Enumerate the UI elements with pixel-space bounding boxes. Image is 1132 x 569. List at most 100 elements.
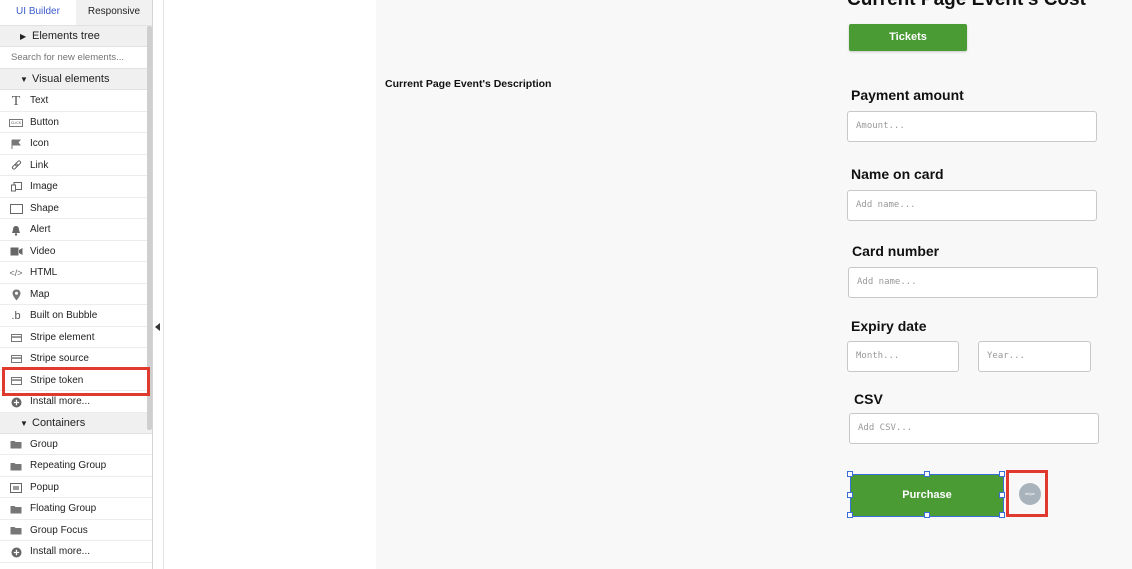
element-item-popup[interactable]: Popup [0, 476, 152, 498]
page-canvas: Current Page Event's Cost Tickets Curren… [376, 0, 1132, 569]
element-item-stripe-element[interactable]: Stripe element [0, 326, 152, 348]
event-description[interactable]: Current Page Event's Description [385, 78, 551, 90]
element-item-stripe-source[interactable]: Stripe source [0, 348, 152, 370]
bubble-logo-icon: .b [11, 309, 21, 322]
map-pin-icon [8, 289, 24, 301]
element-label: Video [30, 245, 56, 257]
bell-icon [8, 224, 24, 236]
element-item-link[interactable]: Link [0, 154, 152, 176]
folder-icon [8, 460, 24, 472]
image-icon [8, 181, 24, 193]
card-icon [8, 332, 24, 344]
folder-icon [8, 503, 24, 515]
payment-amount-input[interactable]: Amount... [847, 111, 1097, 142]
element-item-button[interactable]: CLICK Button [0, 111, 152, 133]
caret-down-icon: ▼ [20, 75, 28, 84]
elements-tree-toggle[interactable]: ▶ Elements tree [0, 26, 152, 47]
expiry-month-input[interactable]: Month... [847, 341, 959, 372]
element-label: Repeating Group [30, 460, 107, 471]
element-label: Stripe element [30, 331, 95, 343]
collapse-panel-icon[interactable] [155, 323, 160, 331]
element-label: Install more... [30, 396, 91, 407]
element-label: Button [30, 116, 59, 128]
element-item-video[interactable]: Video [0, 240, 152, 262]
folder-icon [8, 439, 24, 451]
text-icon: T [11, 93, 21, 109]
video-icon [8, 246, 24, 258]
csv-input[interactable]: Add CSV... [849, 413, 1099, 444]
element-search [0, 47, 152, 69]
element-item-alert[interactable]: Alert [0, 219, 152, 241]
card-icon [8, 375, 24, 387]
element-item-shape[interactable]: Shape [0, 197, 152, 219]
element-item-group[interactable]: Group [0, 433, 152, 455]
element-label: Built on Bubble [30, 310, 98, 321]
visual-elements-header[interactable]: ▼ Visual elements [0, 69, 152, 90]
element-item-group-focus[interactable]: Group Focus [0, 519, 152, 541]
code-icon: </> [9, 267, 23, 278]
element-item-icon[interactable]: Icon [0, 133, 152, 155]
card-icon [8, 353, 24, 365]
element-item-install-more[interactable]: Install more... [0, 391, 152, 413]
element-label: Map [30, 288, 50, 300]
element-label: Install more... [30, 546, 91, 557]
element-item-text[interactable]: T Text [0, 90, 152, 112]
tab-ui-builder[interactable]: UI Builder [0, 0, 76, 25]
flag-icon [8, 138, 24, 150]
element-item-html[interactable]: </> HTML [0, 262, 152, 284]
expiry-date-label: Expiry date [851, 318, 927, 334]
element-item-install-more-containers[interactable]: Install more... [0, 541, 152, 563]
name-on-card-label: Name on card [851, 166, 944, 182]
popup-icon [8, 482, 24, 494]
element-item-built-on-bubble[interactable]: .b Built on Bubble [0, 305, 152, 327]
elements-tree-label: Elements tree [32, 30, 100, 42]
caret-right-icon: ▶ [20, 32, 27, 41]
element-item-image[interactable]: Image [0, 176, 152, 198]
csv-label: CSV [854, 391, 883, 407]
purchase-button[interactable]: Purchase [851, 475, 1003, 516]
element-label: Shape [30, 202, 59, 214]
name-on-card-input[interactable]: Add name... [847, 190, 1097, 221]
shape-icon [8, 203, 24, 215]
bubble-editor: UI Builder Responsive ▶ Elements tree ▼ … [0, 0, 1132, 569]
card-number-label: Card number [852, 243, 940, 259]
page-title[interactable]: Current Page Event's Cost [847, 0, 1086, 11]
element-label: Floating Group [30, 503, 97, 514]
element-label: Icon [30, 138, 49, 149]
element-label: Image [30, 181, 58, 192]
element-label: Link [30, 159, 49, 171]
plus-circle-icon [8, 546, 24, 558]
card-number-input[interactable]: Add name... [848, 267, 1098, 298]
stripe-token-element[interactable]: stripe [1019, 483, 1041, 505]
caret-down-icon: ▼ [20, 418, 28, 428]
element-label: Stripe source [30, 353, 89, 364]
payment-amount-label: Payment amount [851, 87, 964, 103]
panel-divider [163, 0, 164, 569]
search-input[interactable] [11, 52, 141, 63]
element-label: Group Focus [30, 524, 88, 536]
panel-tabs: UI Builder Responsive [0, 0, 152, 26]
stripe-token-highlight: stripe [1006, 470, 1048, 517]
element-label: Stripe token [30, 374, 84, 386]
element-label: Popup [30, 481, 59, 493]
elements-panel: UI Builder Responsive ▶ Elements tree ▼ … [0, 0, 153, 569]
panel-scrollbar[interactable] [147, 26, 152, 430]
element-label: Group [30, 438, 58, 450]
tickets-button[interactable]: Tickets [849, 24, 967, 51]
element-label: Text [30, 95, 49, 106]
tab-responsive[interactable]: Responsive [76, 0, 152, 25]
element-label: Alert [30, 224, 51, 235]
link-icon [8, 160, 24, 172]
plus-circle-icon [8, 396, 24, 408]
visual-elements-label: Visual elements [32, 73, 110, 85]
element-item-stripe-token[interactable]: Stripe token [0, 369, 152, 391]
folder-icon [8, 525, 24, 537]
containers-header[interactable]: ▼ Containers [0, 412, 152, 434]
expiry-year-input[interactable]: Year... [978, 341, 1091, 372]
button-icon: CLICK [8, 118, 24, 127]
element-label: HTML [30, 267, 58, 278]
element-item-map[interactable]: Map [0, 283, 152, 305]
containers-label: Containers [32, 416, 86, 429]
element-item-repeating-group[interactable]: Repeating Group [0, 455, 152, 477]
element-item-floating-group[interactable]: Floating Group [0, 498, 152, 520]
